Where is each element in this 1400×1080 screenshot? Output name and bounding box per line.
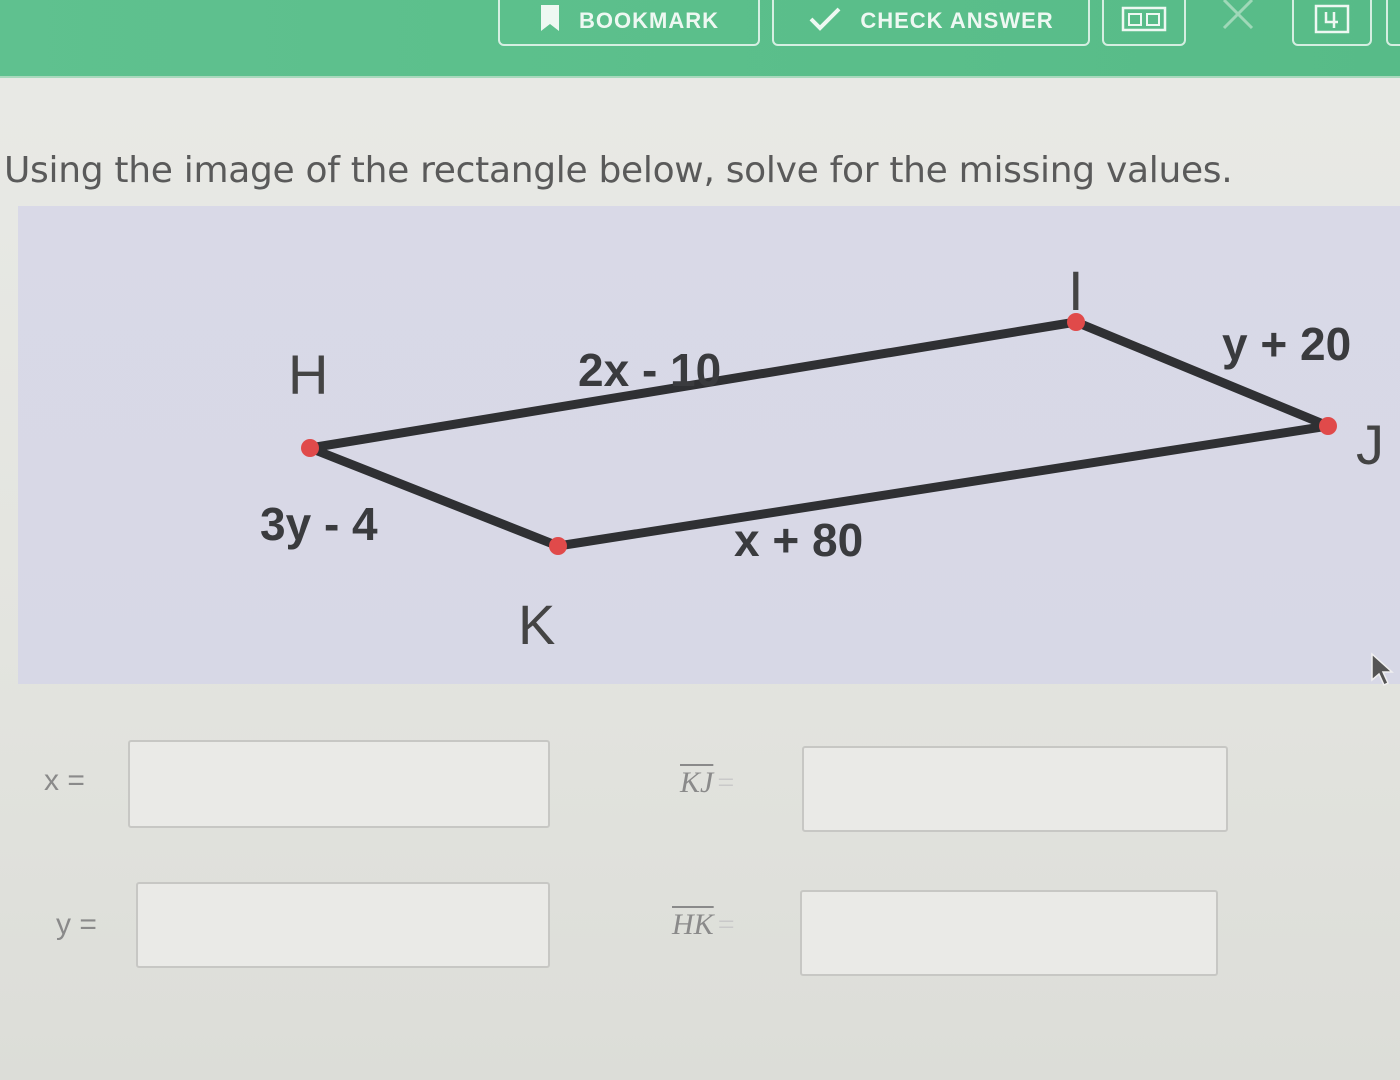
vertex-dot-K	[549, 537, 567, 555]
y-answer-input[interactable]	[136, 882, 550, 968]
hk-equals: =	[717, 908, 735, 941]
toolbar-overflow-button[interactable]	[1386, 0, 1400, 46]
kj-segment: KJ	[680, 766, 714, 799]
mouse-cursor-icon	[1371, 652, 1394, 687]
external-link-button[interactable]	[1292, 0, 1372, 46]
check-answer-label: CHECK ANSWER	[860, 8, 1054, 33]
checkmark-icon	[809, 7, 841, 31]
x-label: x =	[44, 764, 85, 797]
rectangle-outline	[305, 317, 1333, 551]
bookmark-label: BOOKMARK	[579, 8, 719, 33]
question-text: Using the image of the rectangle below, …	[4, 150, 1233, 191]
external-link-icon	[1314, 4, 1350, 34]
check-answer-button[interactable]: CHECK ANSWER	[772, 0, 1090, 46]
hk-label: HK =	[672, 908, 735, 942]
page: BOOKMARK CHECK ANSWER Using the image of…	[0, 0, 1400, 1080]
kj-equals: =	[717, 766, 735, 799]
toolbar: BOOKMARK CHECK ANSWER	[0, 0, 1400, 78]
side-label-IJ: y + 20	[1222, 318, 1351, 370]
hk-answer-input[interactable]	[800, 890, 1218, 976]
kj-answer-input[interactable]	[802, 746, 1228, 832]
vertex-label-J: J	[1356, 413, 1384, 476]
kj-label: KJ =	[680, 766, 734, 800]
vertex-label-H: H	[288, 343, 328, 406]
vertex-dot-H	[301, 439, 319, 457]
rectangle-diagram: H I J K 2x - 10 y + 20 3y - 4 x + 80	[260, 259, 1384, 656]
grid-icon	[1121, 6, 1167, 32]
hk-segment: HK	[672, 908, 714, 941]
side-label-HI: 2x - 10	[578, 344, 721, 396]
x-answer-input[interactable]	[128, 740, 550, 828]
side-label-KJ: x + 80	[734, 514, 863, 566]
vertex-label-I: I	[1068, 259, 1084, 322]
y-label: y =	[56, 908, 97, 941]
vertex-dot-J	[1319, 417, 1337, 435]
rectangle-figure: H I J K 2x - 10 y + 20 3y - 4 x + 80	[18, 206, 1400, 684]
side-label-HK: 3y - 4	[260, 498, 378, 550]
bookmark-icon	[541, 5, 559, 31]
grid-view-button[interactable]	[1102, 0, 1186, 46]
vertex-label-K: K	[518, 593, 555, 656]
close-button[interactable]	[1218, 0, 1258, 34]
bookmark-button[interactable]: BOOKMARK	[498, 0, 760, 46]
close-icon	[1222, 0, 1254, 30]
